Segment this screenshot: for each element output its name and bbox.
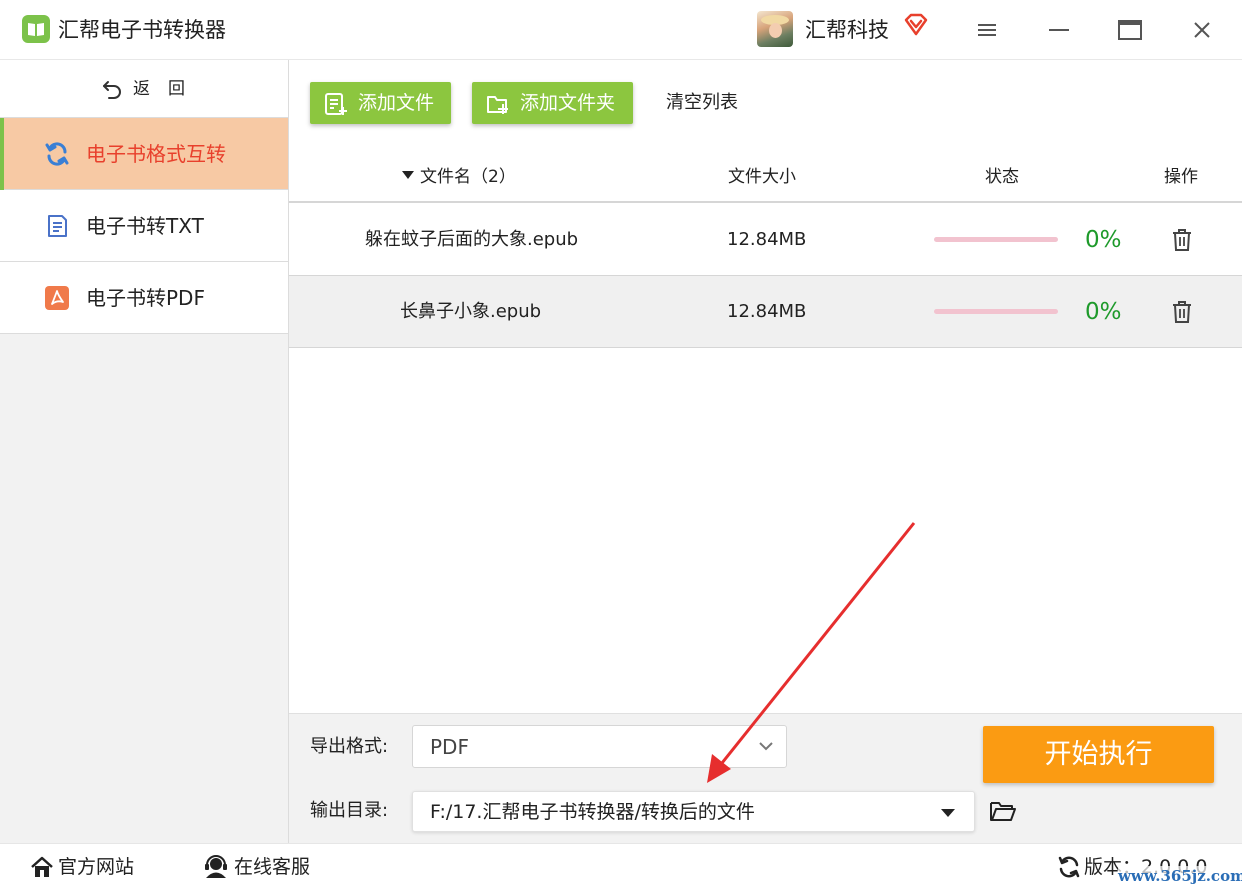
file-size: 12.84MB [727, 229, 807, 250]
progress-bar [934, 237, 1058, 242]
export-format-value: PDF [430, 735, 469, 759]
dropdown-arrow-icon [941, 809, 955, 817]
column-header-name[interactable]: 文件名（2） [402, 165, 516, 189]
user-avatar[interactable] [757, 11, 793, 47]
table-header: 文件名（2） 文件大小 状态 操作 [289, 155, 1242, 203]
home-icon [31, 856, 53, 877]
company-name[interactable]: 汇帮科技 [805, 16, 889, 44]
online-service-label: 在线客服 [234, 856, 311, 878]
app-logo-icon [22, 15, 50, 43]
add-folder-label: 添加文件夹 [520, 92, 616, 114]
export-format-select[interactable]: PDF [412, 725, 787, 768]
chevron-down-icon [759, 742, 773, 751]
output-dir-label: 输出目录: [310, 800, 389, 821]
customer-service-icon [205, 855, 227, 878]
output-dir-value: F:/17.汇帮电子书转换器/转换后的文件 [430, 801, 755, 823]
progress-text: 0% [1085, 227, 1122, 253]
add-file-label: 添加文件 [358, 92, 435, 114]
progress-text: 0% [1085, 299, 1122, 325]
column-header-size: 文件大小 [728, 167, 796, 187]
delete-icon[interactable] [1171, 228, 1193, 252]
sidebar-item-format-convert[interactable]: 电子书格式互转 [0, 118, 288, 190]
add-folder-button[interactable]: 添加文件夹 [472, 82, 633, 124]
export-format-label: 导出格式: [310, 736, 389, 757]
table-row[interactable]: 长鼻子小象.epub 12.84MB 0% [289, 276, 1242, 348]
sort-down-icon [402, 171, 414, 179]
sidebar-item-to-pdf[interactable]: 电子书转PDF [0, 262, 288, 334]
column-header-status: 状态 [985, 167, 1019, 187]
file-name: 长鼻子小象.epub [400, 301, 542, 322]
refresh-icon [45, 142, 69, 166]
official-site-label: 官方网站 [58, 856, 135, 878]
close-icon[interactable] [1188, 16, 1216, 44]
output-settings-panel: 导出格式: PDF 输出目录: F:/17.汇帮电子书转换器/转换后的文件 开始… [289, 713, 1242, 843]
delete-icon[interactable] [1171, 300, 1193, 324]
sidebar-item-label: 电子书格式互转 [86, 142, 226, 166]
file-name: 躲在蚊子后面的大象.epub [365, 229, 579, 250]
back-arrow-icon [103, 81, 121, 99]
open-folder-icon[interactable] [989, 799, 1017, 823]
watermark-text: www.365jz.com [1118, 866, 1242, 886]
clear-list-button[interactable]: 清空列表 [666, 91, 738, 115]
add-file-button[interactable]: 添加文件 [310, 82, 451, 124]
sidebar-item-label: 电子书转PDF [86, 286, 205, 310]
table-row[interactable]: 躲在蚊子后面的大象.epub 12.84MB 0% [289, 204, 1242, 276]
add-folder-icon [487, 96, 508, 114]
sidebar-item-label: 电子书转TXT [86, 214, 204, 238]
output-dir-select[interactable]: F:/17.汇帮电子书转换器/转换后的文件 [412, 791, 975, 832]
vip-diamond-icon[interactable] [903, 12, 929, 38]
sidebar: 返回 电子书格式互转 电子书转TXT 电子书转PDF [0, 60, 289, 843]
title-bar: 汇帮电子书转换器 汇帮科技 [0, 0, 1242, 60]
progress-bar [934, 309, 1058, 314]
file-size: 12.84MB [727, 301, 807, 322]
status-bar: 官方网站 在线客服 版本：2.0.0.0 [0, 843, 1242, 891]
back-label: 返回 [133, 79, 203, 99]
column-name-label: 文件名（2） [420, 167, 516, 187]
update-icon [1058, 856, 1080, 878]
pdf-icon [45, 286, 69, 310]
file-list-panel: 添加文件 添加文件夹 清空列表 文件名（2） 文件大小 状态 操作 躲在蚊子后面… [289, 60, 1242, 713]
menu-icon[interactable] [973, 16, 1001, 44]
back-button[interactable]: 返回 [0, 60, 288, 118]
column-header-operation: 操作 [1164, 167, 1198, 187]
add-file-icon [325, 93, 347, 115]
start-button[interactable]: 开始执行 [983, 726, 1214, 783]
app-title: 汇帮电子书转换器 [58, 18, 226, 42]
document-icon [48, 215, 67, 237]
maximize-icon[interactable] [1116, 16, 1144, 44]
minimize-icon[interactable] [1045, 16, 1073, 44]
sidebar-item-to-txt[interactable]: 电子书转TXT [0, 190, 288, 262]
